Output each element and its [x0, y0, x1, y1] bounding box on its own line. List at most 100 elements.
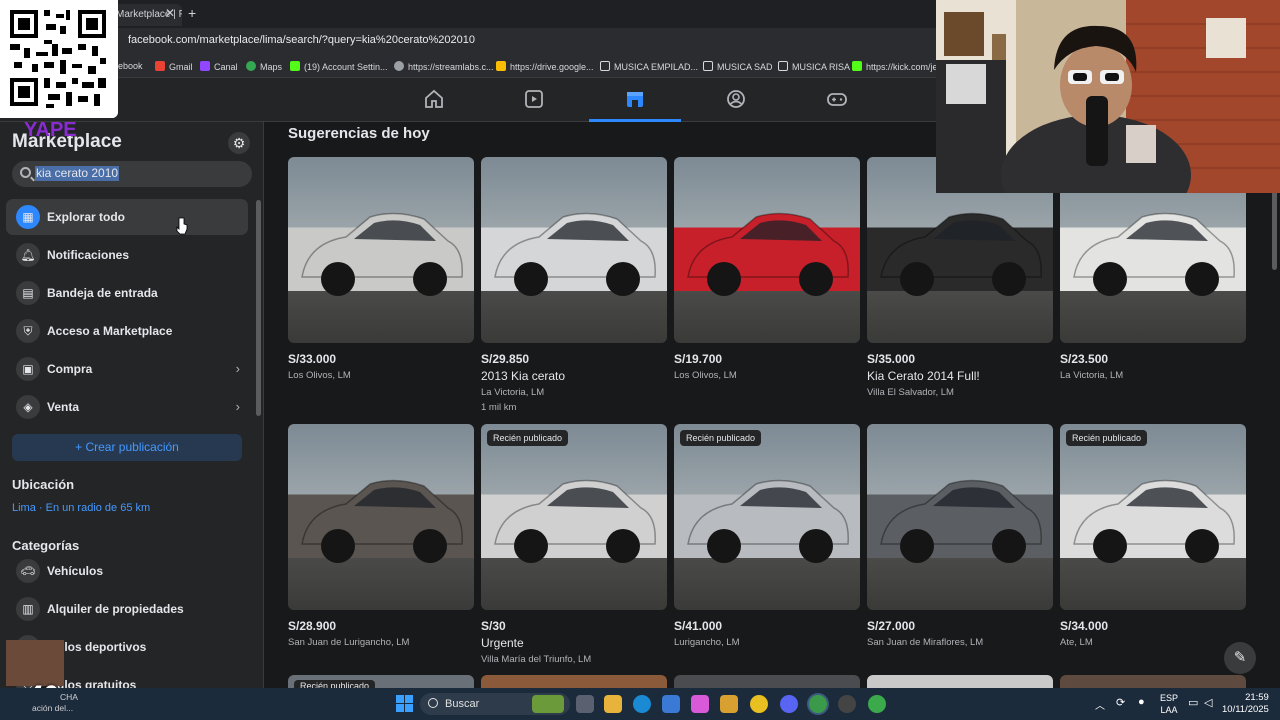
bookmark-canal[interactable]: Canal: [200, 61, 238, 72]
listing-card[interactable]: S/27.000 San Juan de Miraflores, LM: [867, 424, 1053, 648]
profile-icon[interactable]: [725, 88, 747, 110]
bookmark-ebook[interactable]: ebook: [118, 61, 143, 71]
bookmark-musica-sad[interactable]: MUSICA SAD: [703, 61, 773, 72]
tray-chevron-icon[interactable]: ︿: [1095, 697, 1105, 712]
bookmark-maps[interactable]: Maps: [246, 61, 282, 72]
sidebar-item-bandeja[interactable]: ▤ Bandeja de entrada: [6, 275, 248, 311]
recent-badge: Recién publicado: [1066, 430, 1148, 446]
listing-photo[interactable]: Recién publicado: [1060, 424, 1246, 610]
listing-card[interactable]: S/29.850 2013 Kia cerato La Victoria, LM 1 …: [481, 157, 667, 413]
chrome-icon[interactable]: [750, 695, 768, 713]
sidebar-scrollbar[interactable]: [256, 200, 261, 416]
taskbar-app-label[interactable]: CHA ación del...: [28, 692, 78, 714]
listing-card[interactable]: Recién publicado S/30 Urgente Villa María d…: [481, 424, 667, 665]
listing-card[interactable]: S/19.700 Los Olivos, LM: [674, 157, 860, 381]
gear-icon[interactable]: ⚙: [228, 132, 250, 154]
listing-photo[interactable]: Recién publicado: [481, 424, 667, 610]
listing-title: 2013 Kia cerato: [481, 369, 566, 383]
home-icon[interactable]: [423, 88, 445, 110]
bookmark-musica-empilad[interactable]: MUSICA EMPILAD...: [600, 61, 698, 72]
storefront-icon: ▦: [16, 205, 40, 229]
listing-card[interactable]: Recién publicado S/34.000 Ate, LM: [1060, 424, 1246, 648]
sidebar-item-acceso[interactable]: ⛨ Acceso a Marketplace: [6, 313, 248, 349]
new-tab-icon[interactable]: +: [188, 5, 196, 21]
sidebar-item-explorar-todo[interactable]: ▦ Explorar todo: [6, 199, 248, 235]
location-link[interactable]: Lima · En un radio de 65 km: [12, 502, 150, 514]
folder-icon: [778, 61, 788, 71]
video-icon[interactable]: [523, 88, 545, 110]
app-icon[interactable]: [720, 695, 738, 713]
listing-price: S/35.000: [867, 352, 916, 366]
bell-icon: 🔔︎: [16, 243, 40, 267]
chrome-profile-icon[interactable]: [868, 695, 886, 713]
sidebar-item-venta[interactable]: ◈ Venta ›: [6, 389, 248, 425]
copilot-icon[interactable]: [691, 695, 709, 713]
listing-photo[interactable]: [288, 157, 474, 343]
sidebar-item-vehiculos[interactable]: 🚗︎ Vehículos: [6, 553, 248, 589]
gaming-icon[interactable]: [826, 88, 848, 110]
car-image: [301, 212, 463, 296]
chrome-active-icon[interactable]: [809, 695, 827, 713]
bookmark-label: Maps: [260, 62, 283, 72]
listing-thumb[interactable]: [1060, 675, 1246, 688]
task-view-icon[interactable]: [576, 695, 594, 713]
bookmark-label: Canal: [214, 62, 238, 72]
language-indicator[interactable]: ESP LAA: [1160, 692, 1178, 716]
listing-card[interactable]: S/33.000 Los Olivos, LM: [288, 157, 474, 381]
bookmark-streamlabs[interactable]: https://streamlabs.c...: [394, 61, 494, 72]
store-icon[interactable]: [662, 695, 680, 713]
chevron-right-icon: ›: [235, 399, 240, 414]
microphone-icon[interactable]: ●: [1138, 696, 1145, 708]
obs-icon[interactable]: [838, 695, 856, 713]
car-image: [301, 479, 463, 563]
listing-card[interactable]: S/35.000 Kia Cerato 2014 Full! Villa El Sa…: [867, 157, 1053, 398]
listing-photo[interactable]: [288, 424, 474, 610]
url-text[interactable]: facebook.com/marketplace/lima/search/?qu…: [128, 34, 475, 46]
marketplace-icon[interactable]: [624, 88, 646, 110]
volume-icon[interactable]: ◁: [1204, 696, 1212, 709]
sidebar-item-notificaciones[interactable]: 🔔︎ Notificaciones: [6, 237, 248, 273]
listing-thumb[interactable]: [674, 675, 860, 688]
network-icon[interactable]: ▭: [1188, 696, 1198, 709]
listing-price: S/27.000: [867, 619, 916, 633]
listing-photo[interactable]: [867, 424, 1053, 610]
sidebar-item-label: Vehículos: [47, 564, 104, 578]
bookmark-label: https://kick.com/jef: [866, 62, 941, 72]
listing-thumb[interactable]: Recién publicado: [288, 675, 474, 688]
search-input[interactable]: kia cerato 2010: [35, 166, 120, 181]
chevron-right-icon: ›: [235, 361, 240, 376]
bookmark-drive[interactable]: https://drive.google...: [496, 61, 594, 72]
edge-icon[interactable]: [633, 695, 651, 713]
listing-card[interactable]: S/28.900 San Juan de Lurigancho, LM: [288, 424, 474, 648]
discord-icon[interactable]: [780, 695, 798, 713]
compose-icon[interactable]: ✎: [1224, 642, 1256, 674]
listing-card[interactable]: Recién publicado S/41.000 Lurigancho, LM: [674, 424, 860, 648]
next-row-peek: Recién publicado: [288, 675, 1246, 688]
listing-photo[interactable]: [674, 157, 860, 343]
sidebar-item-compra[interactable]: ▣ Compra ›: [6, 351, 248, 387]
bookmark-label: Gmail: [169, 62, 193, 72]
file-explorer-icon[interactable]: [604, 695, 622, 713]
create-listing-button[interactable]: + Crear publicación: [12, 434, 242, 461]
listing-price: S/29.850: [481, 352, 530, 366]
listing-thumb[interactable]: [867, 675, 1053, 688]
windows-start-icon[interactable]: [396, 695, 413, 712]
taskbar-clock[interactable]: 21:59 10/11/2025: [1222, 692, 1269, 716]
bookmark-label: ebook: [118, 61, 143, 71]
listing-price: S/30: [481, 619, 506, 633]
bookmark-account[interactable]: (19) Account Settin...: [290, 61, 388, 72]
sidebar-item-alquiler[interactable]: ▥ Alquiler de propiedades: [6, 591, 248, 627]
bookmark-musica-risa[interactable]: MUSICA RISA: [778, 61, 850, 72]
recent-badge: Recién publicado: [680, 430, 762, 446]
tray-sync-icon[interactable]: ⟳: [1116, 696, 1125, 709]
bookmark-kick[interactable]: https://kick.com/jef: [852, 61, 940, 72]
listing-thumb[interactable]: [481, 675, 667, 688]
car-image: [687, 212, 849, 296]
bookmark-gmail[interactable]: Gmail: [155, 61, 193, 72]
listing-photo[interactable]: Recién publicado: [674, 424, 860, 610]
tab-close-icon[interactable]: ✕: [165, 6, 175, 20]
car-image: [880, 479, 1042, 563]
maps-icon: [246, 61, 256, 71]
listing-photo[interactable]: [481, 157, 667, 343]
widget-icon[interactable]: [532, 695, 564, 713]
